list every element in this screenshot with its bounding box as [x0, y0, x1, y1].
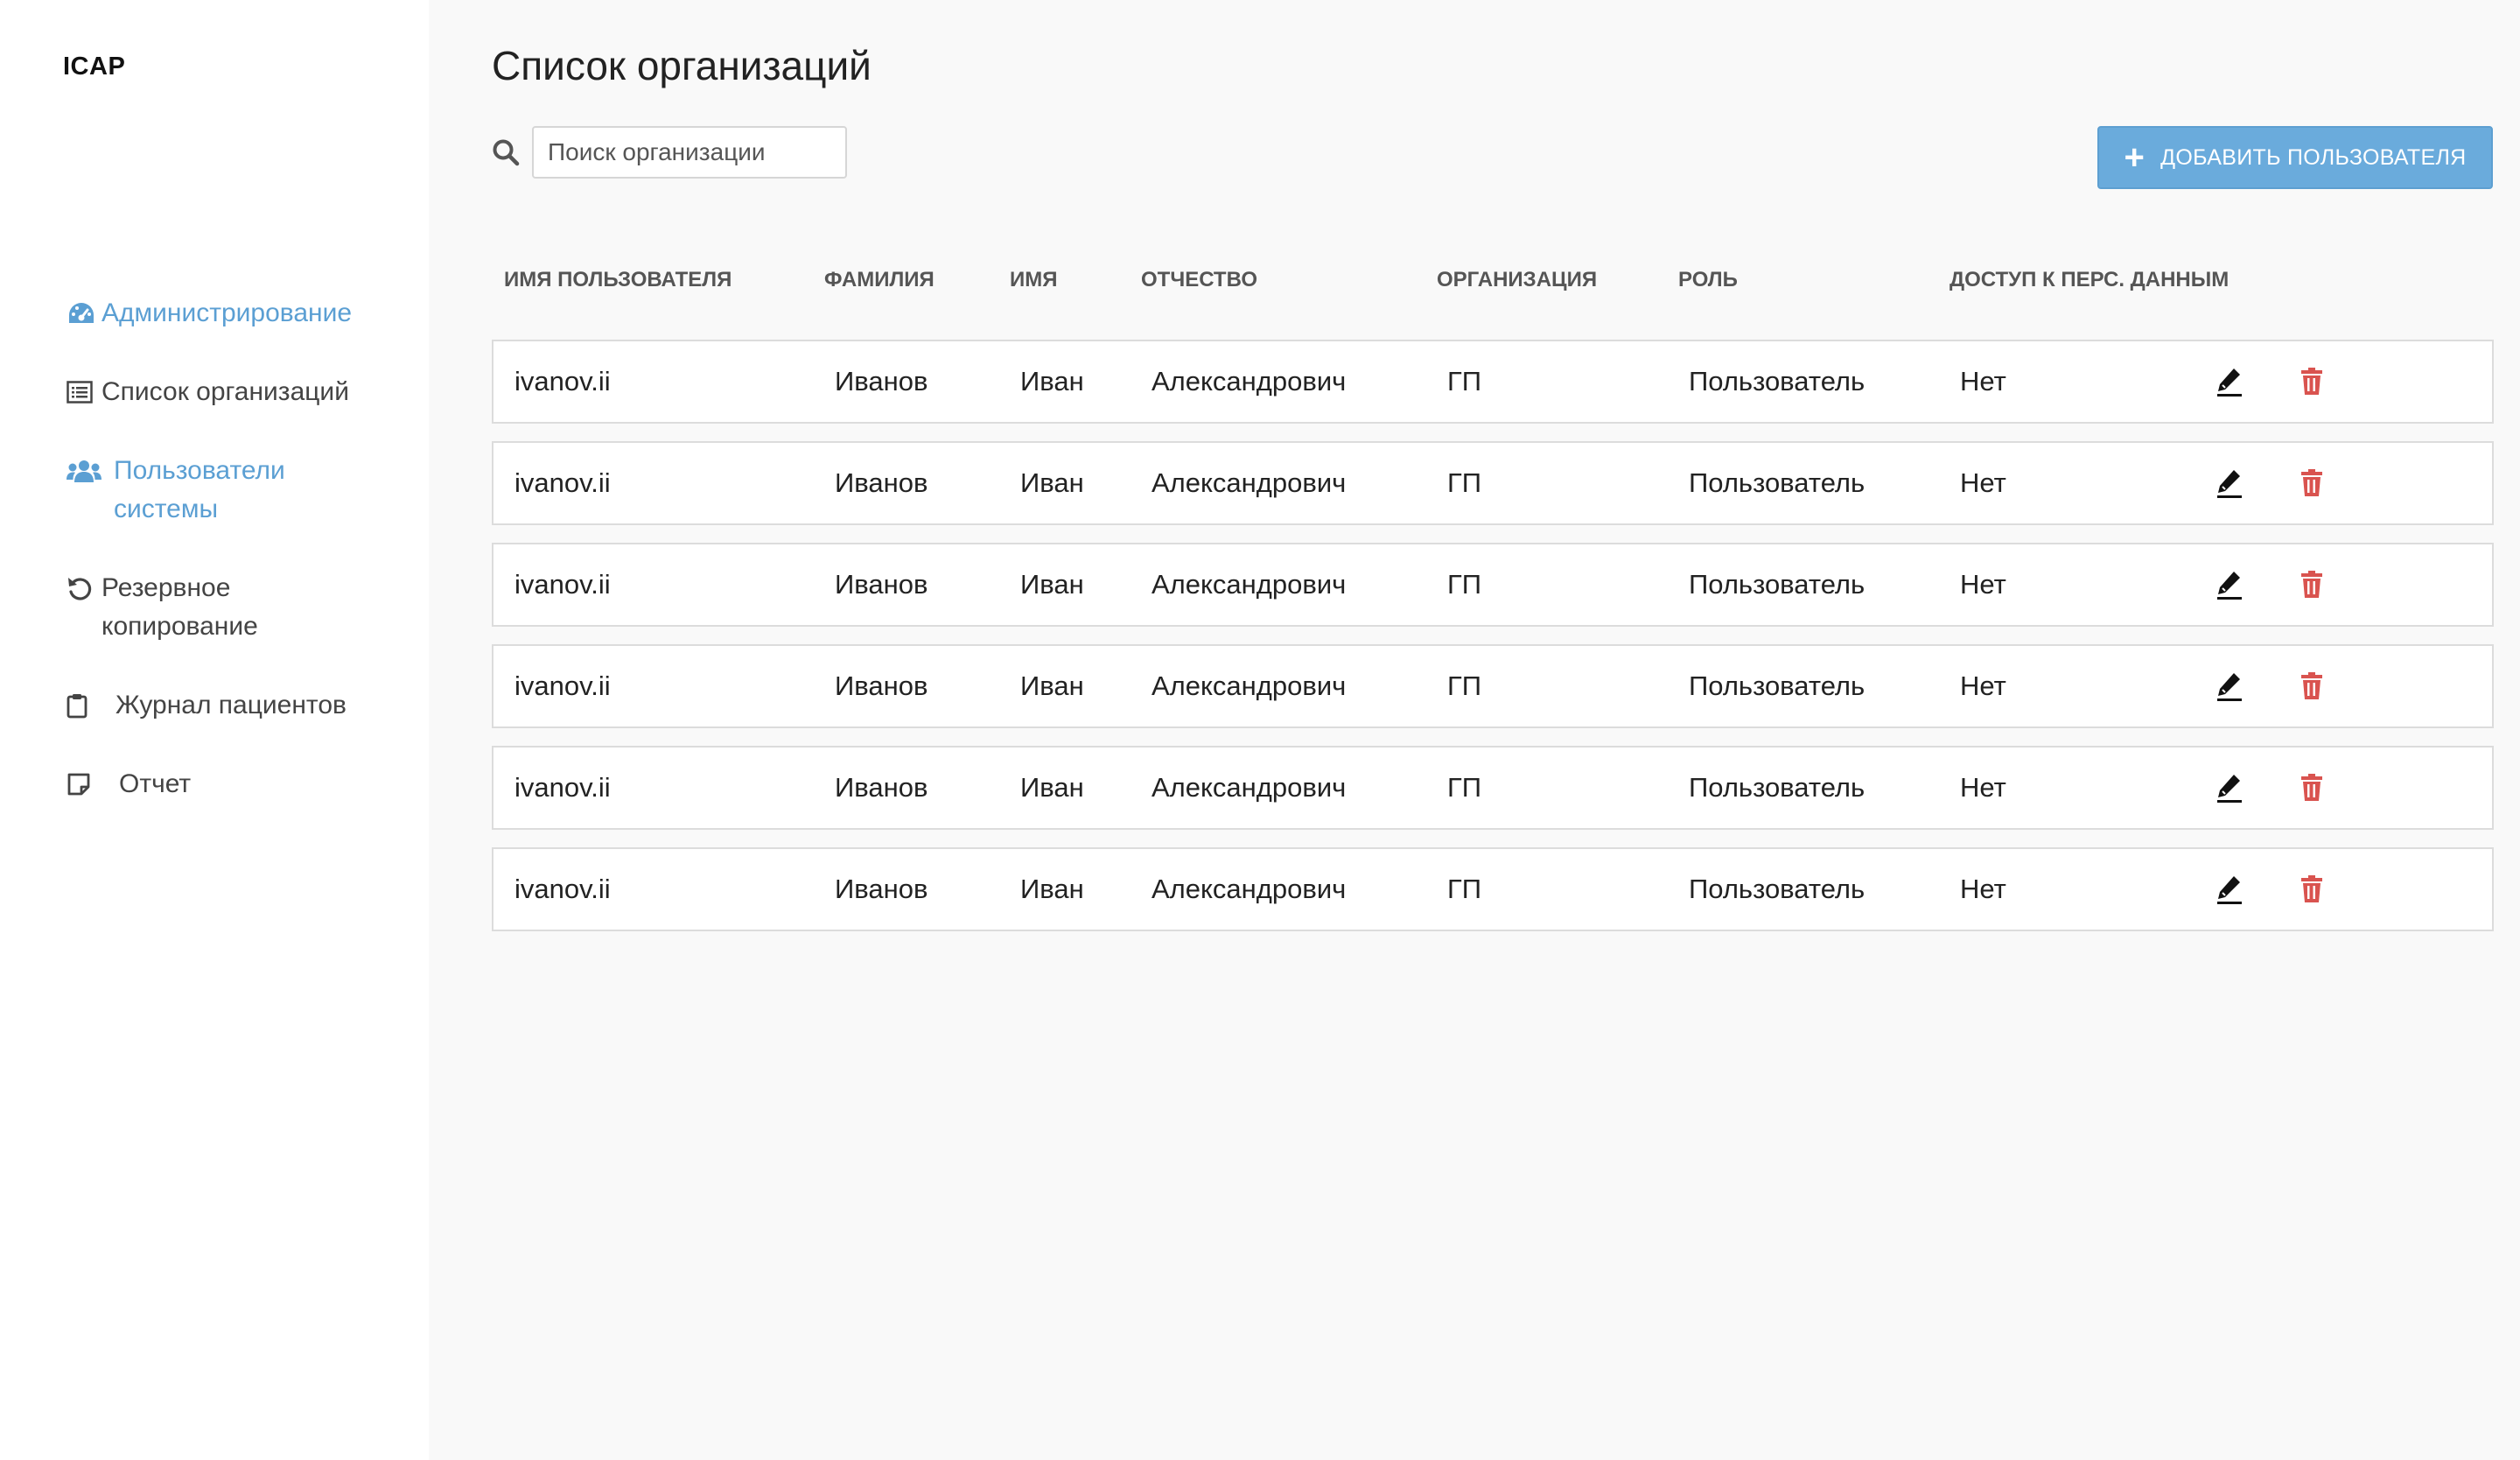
- clipboard-icon: [66, 686, 116, 725]
- cell-data-access: Нет: [1960, 569, 2006, 600]
- cell-data-access: Нет: [1960, 874, 2006, 904]
- cell-middle-name: Александрович: [1152, 366, 1347, 397]
- add-user-button[interactable]: + ДОБАВИТЬ ПОЛЬЗОВАТЕЛЯ: [2097, 126, 2493, 189]
- cell-last-name: Иванов: [835, 366, 928, 397]
- cell-last-name: Иванов: [835, 569, 928, 600]
- pencil-icon[interactable]: [2212, 567, 2247, 602]
- pencil-icon[interactable]: [2212, 364, 2247, 399]
- pencil-icon[interactable]: [2212, 872, 2247, 907]
- main-content: Список организаций + ДОБАВИТЬ ПОЛЬЗОВАТЕ…: [429, 0, 2520, 1460]
- column-header-first-name[interactable]: Имя: [1010, 268, 1058, 292]
- add-user-button-label: ДОБАВИТЬ ПОЛЬЗОВАТЕЛЯ: [2160, 144, 2467, 170]
- sidebar-item-patient-journal[interactable]: Журнал пациентов: [66, 686, 416, 725]
- pencil-icon[interactable]: [2212, 466, 2247, 501]
- pencil-icon[interactable]: [2212, 669, 2247, 704]
- sidebar-item-administration[interactable]: Администрирование: [66, 294, 416, 333]
- sidebar-item-label: Список организаций: [102, 377, 349, 406]
- sidebar-item-label: Администрирование: [102, 298, 353, 327]
- cell-first-name: Иван: [1020, 874, 1084, 904]
- sidebar: ICAP Администрирование Список организаци…: [0, 0, 429, 1460]
- column-header-username[interactable]: Имя пользователя: [504, 268, 732, 292]
- pencil-icon[interactable]: [2212, 770, 2247, 805]
- sidebar-item-system-users[interactable]: Пользователи системы: [66, 452, 416, 529]
- trash-icon[interactable]: [2294, 872, 2329, 907]
- page-title: Список организаций: [492, 43, 872, 88]
- cell-last-name: Иванов: [835, 467, 928, 498]
- cell-organization: ГП: [1447, 467, 1482, 498]
- trash-icon[interactable]: [2294, 364, 2329, 399]
- cell-organization: ГП: [1447, 670, 1482, 701]
- cell-first-name: Иван: [1020, 467, 1084, 498]
- cell-role: Пользователь: [1689, 874, 1866, 904]
- cell-last-name: Иванов: [835, 670, 928, 701]
- cell-first-name: Иван: [1020, 772, 1084, 803]
- cell-role: Пользователь: [1689, 366, 1866, 397]
- cell-first-name: Иван: [1020, 670, 1084, 701]
- cell-middle-name: Александрович: [1152, 569, 1347, 600]
- column-header-organization[interactable]: Организация: [1437, 268, 1597, 292]
- app-root: ICAP Администрирование Список организаци…: [0, 0, 2520, 1460]
- table-header: Имя пользователя Фамилия Имя Отчество Ор…: [492, 268, 2494, 303]
- sidebar-item-backup[interactable]: Резервное копирование: [66, 569, 416, 646]
- column-header-middle-name[interactable]: Отчество: [1141, 268, 1257, 292]
- cell-middle-name: Александрович: [1152, 467, 1347, 498]
- trash-icon[interactable]: [2294, 669, 2329, 704]
- sidebar-item-label: Пользователи системы: [114, 456, 285, 523]
- cell-data-access: Нет: [1960, 467, 2006, 498]
- cell-role: Пользователь: [1689, 670, 1866, 701]
- cell-username: ivanov.ii: [514, 467, 611, 498]
- list-icon: [66, 373, 102, 411]
- users-icon: [66, 452, 114, 490]
- users-table-body: ivanov.ii Иванов Иван Александрович ГП П…: [492, 340, 2494, 949]
- plus-icon: +: [2124, 138, 2146, 177]
- sidebar-item-label: Отчет: [119, 769, 192, 798]
- sidebar-item-label: Журнал пациентов: [116, 691, 346, 719]
- cell-username: ivanov.ii: [514, 772, 611, 803]
- cell-organization: ГП: [1447, 874, 1482, 904]
- cell-middle-name: Александрович: [1152, 670, 1347, 701]
- cell-organization: ГП: [1447, 772, 1482, 803]
- cell-organization: ГП: [1447, 569, 1482, 600]
- table-row[interactable]: ivanov.ii Иванов Иван Александрович ГП П…: [492, 543, 2494, 627]
- cell-data-access: Нет: [1960, 772, 2006, 803]
- cell-data-access: Нет: [1960, 670, 2006, 701]
- cell-organization: ГП: [1447, 366, 1482, 397]
- cell-username: ivanov.ii: [514, 874, 611, 904]
- table-row[interactable]: ivanov.ii Иванов Иван Александрович ГП П…: [492, 847, 2494, 931]
- trash-icon[interactable]: [2294, 466, 2329, 501]
- table-row[interactable]: ivanov.ii Иванов Иван Александрович ГП П…: [492, 441, 2494, 525]
- app-logo: ICAP: [63, 53, 126, 81]
- cell-username: ivanov.ii: [514, 569, 611, 600]
- cell-middle-name: Александрович: [1152, 772, 1347, 803]
- sidebar-item-organizations[interactable]: Список организаций: [66, 373, 416, 411]
- table-row[interactable]: ivanov.ii Иванов Иван Александрович ГП П…: [492, 340, 2494, 424]
- column-header-role[interactable]: Роль: [1678, 268, 1738, 292]
- cell-username: ivanov.ii: [514, 670, 611, 701]
- sidebar-item-report[interactable]: Отчет: [66, 765, 416, 804]
- cell-role: Пользователь: [1689, 467, 1866, 498]
- undo-icon: [66, 569, 102, 607]
- column-header-data-access[interactable]: Доступ к перс. данным: [1950, 268, 2229, 292]
- cell-role: Пользователь: [1689, 772, 1866, 803]
- cell-data-access: Нет: [1960, 366, 2006, 397]
- cell-username: ivanov.ii: [514, 366, 611, 397]
- cell-last-name: Иванов: [835, 772, 928, 803]
- note-icon: [66, 765, 119, 804]
- sidebar-item-label: Резервное копирование: [102, 573, 258, 641]
- dashboard-icon: [66, 294, 102, 333]
- sidebar-nav: Администрирование Список организаций Пол…: [66, 294, 416, 844]
- column-header-last-name[interactable]: Фамилия: [824, 268, 934, 292]
- cell-middle-name: Александрович: [1152, 874, 1347, 904]
- cell-first-name: Иван: [1020, 366, 1084, 397]
- table-row[interactable]: ivanov.ii Иванов Иван Александрович ГП П…: [492, 644, 2494, 728]
- table-row[interactable]: ivanov.ii Иванов Иван Александрович ГП П…: [492, 746, 2494, 830]
- cell-last-name: Иванов: [835, 874, 928, 904]
- cell-first-name: Иван: [1020, 569, 1084, 600]
- search-input[interactable]: [532, 126, 847, 179]
- search-icon: [492, 138, 520, 166]
- trash-icon[interactable]: [2294, 567, 2329, 602]
- trash-icon[interactable]: [2294, 770, 2329, 805]
- cell-role: Пользователь: [1689, 569, 1866, 600]
